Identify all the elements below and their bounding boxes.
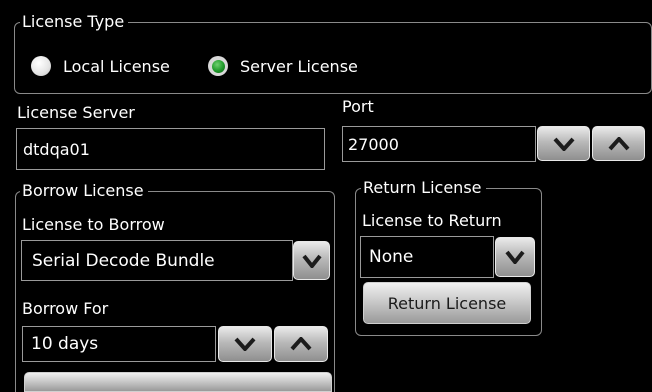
borrow-for-increment-button[interactable] [274, 326, 328, 362]
port-input[interactable]: 27000 [342, 126, 536, 162]
license-to-borrow-select[interactable]: Serial Decode Bundle [21, 240, 293, 281]
chevron-up-icon [608, 136, 629, 150]
server-license-radio[interactable] [208, 56, 228, 76]
borrow-license-button[interactable] [24, 372, 332, 392]
return-license-button[interactable]: Return License [363, 282, 531, 324]
chevron-down-icon [234, 337, 256, 351]
license-to-borrow-label: License to Borrow [22, 215, 165, 234]
borrow-license-legend: Borrow License [20, 182, 148, 200]
chevron-down-icon [301, 254, 322, 268]
radio-selected-dot [211, 59, 225, 73]
license-to-return-dropdown-button[interactable] [495, 237, 535, 277]
license-server-input[interactable]: dtdqa01 [16, 128, 325, 170]
license-to-return-label: License to Return [362, 211, 502, 230]
borrow-for-input[interactable]: 10 days [22, 326, 216, 362]
license-server-label: License Server [17, 103, 135, 122]
local-license-label[interactable]: Local License [63, 58, 170, 76]
license-type-legend: License Type [20, 13, 129, 31]
license-to-return-select[interactable]: None [360, 236, 494, 278]
borrow-for-decrement-button[interactable] [218, 326, 272, 362]
port-decrement-button[interactable] [537, 126, 590, 161]
server-license-label[interactable]: Server License [240, 58, 358, 76]
chevron-down-icon [505, 250, 525, 264]
port-label: Port [342, 97, 374, 116]
chevron-up-icon [290, 337, 312, 351]
port-increment-button[interactable] [592, 126, 645, 161]
borrow-for-label: Borrow For [22, 299, 109, 318]
chevron-down-icon [553, 137, 574, 151]
return-license-legend: Return License [361, 179, 486, 197]
local-license-radio[interactable] [31, 56, 51, 76]
license-to-borrow-dropdown-button[interactable] [293, 241, 330, 280]
